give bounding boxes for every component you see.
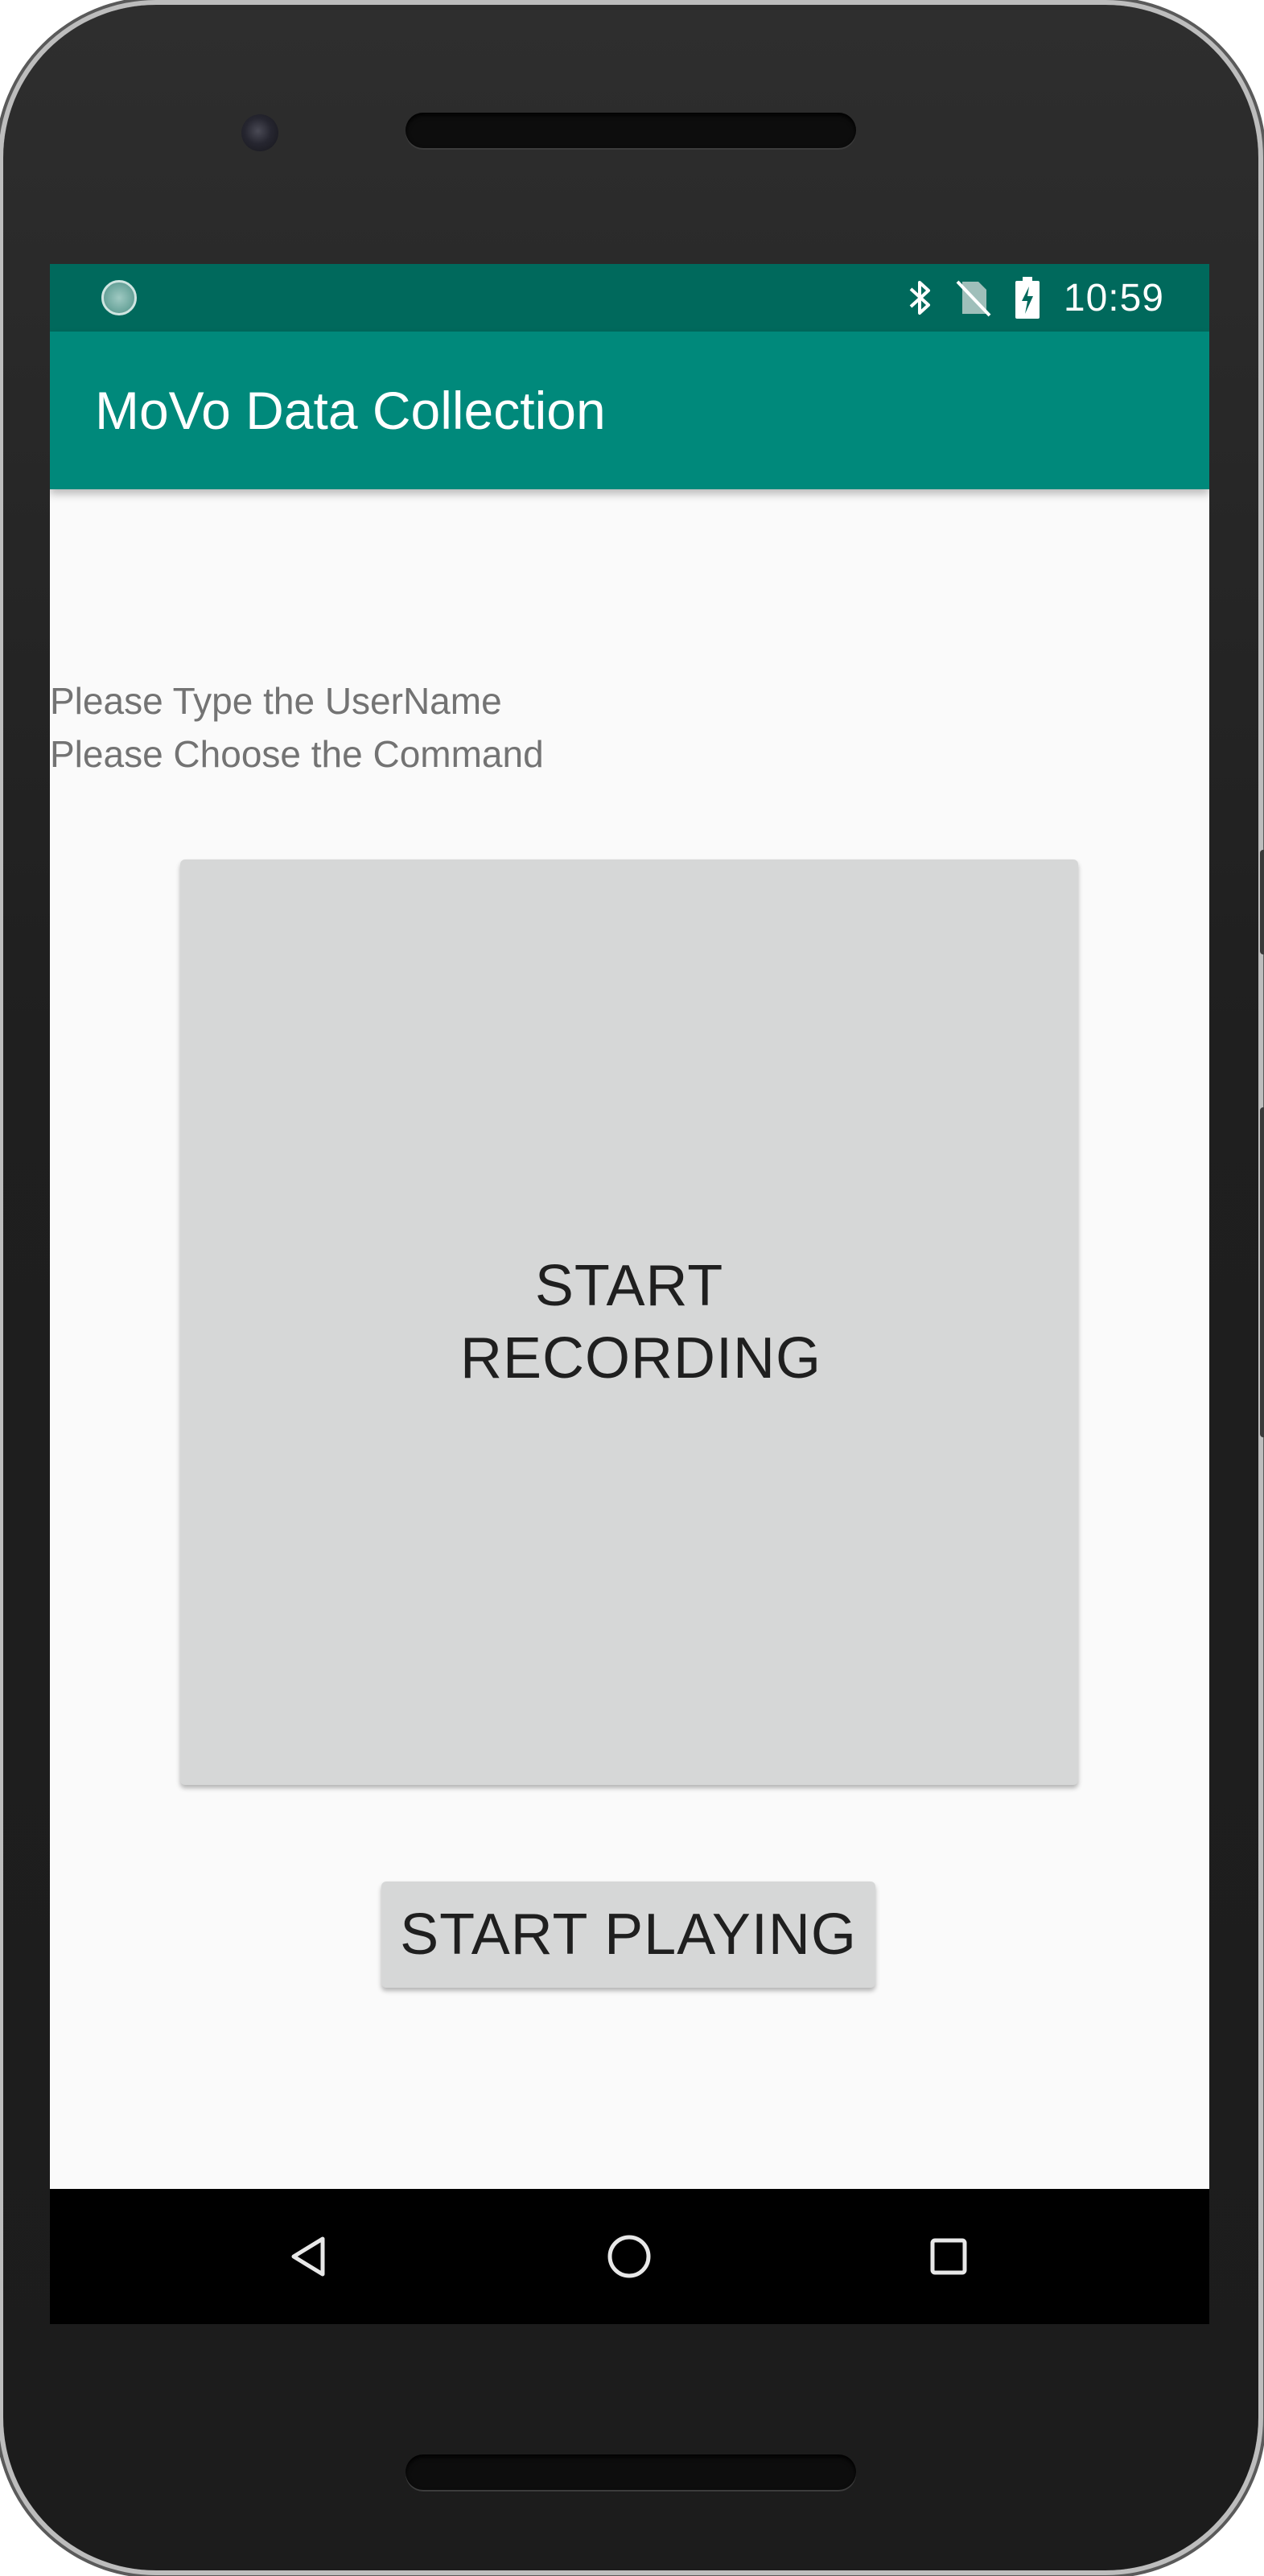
front-camera-icon — [241, 114, 278, 151]
power-button — [1260, 850, 1264, 954]
username-prompt: Please Type the UserName — [50, 680, 502, 722]
status-icons: 10:59 — [908, 264, 1164, 332]
recents-button[interactable] — [892, 2189, 1005, 2324]
earpiece-speaker — [406, 113, 856, 148]
command-prompt: Please Choose the Command — [50, 733, 544, 775]
start-playing-button[interactable]: START PLAYING — [381, 1882, 875, 1988]
app-title: MoVo Data Collection — [95, 381, 606, 440]
back-button[interactable] — [253, 2189, 366, 2324]
start-recording-button[interactable]: START RECORDING — [180, 859, 1078, 1785]
status-bar: 10:59 — [50, 264, 1209, 332]
sync-indicator-icon — [101, 280, 137, 315]
home-icon — [607, 2235, 651, 2278]
bottom-speaker — [406, 2454, 856, 2490]
bluetooth-icon — [909, 281, 930, 315]
app-bar: MoVo Data Collection — [50, 332, 1209, 489]
no-sim-icon — [956, 280, 991, 317]
navigation-bar — [50, 2189, 1209, 2324]
device-screen: 10:59 MoVo Data Collection Please Type t… — [50, 264, 1209, 2324]
start-playing-label: START PLAYING — [400, 1902, 857, 1967]
battery-charging-icon — [1015, 277, 1040, 319]
status-time: 10:59 — [1063, 276, 1164, 319]
home-button[interactable] — [573, 2189, 686, 2324]
main-content: Please Type the UserName Please Choose t… — [50, 489, 1209, 2189]
recents-icon — [930, 2238, 967, 2275]
volume-rocker — [1260, 1107, 1264, 1437]
back-icon — [291, 2236, 325, 2277]
start-recording-label: START RECORDING — [460, 1254, 822, 1391]
